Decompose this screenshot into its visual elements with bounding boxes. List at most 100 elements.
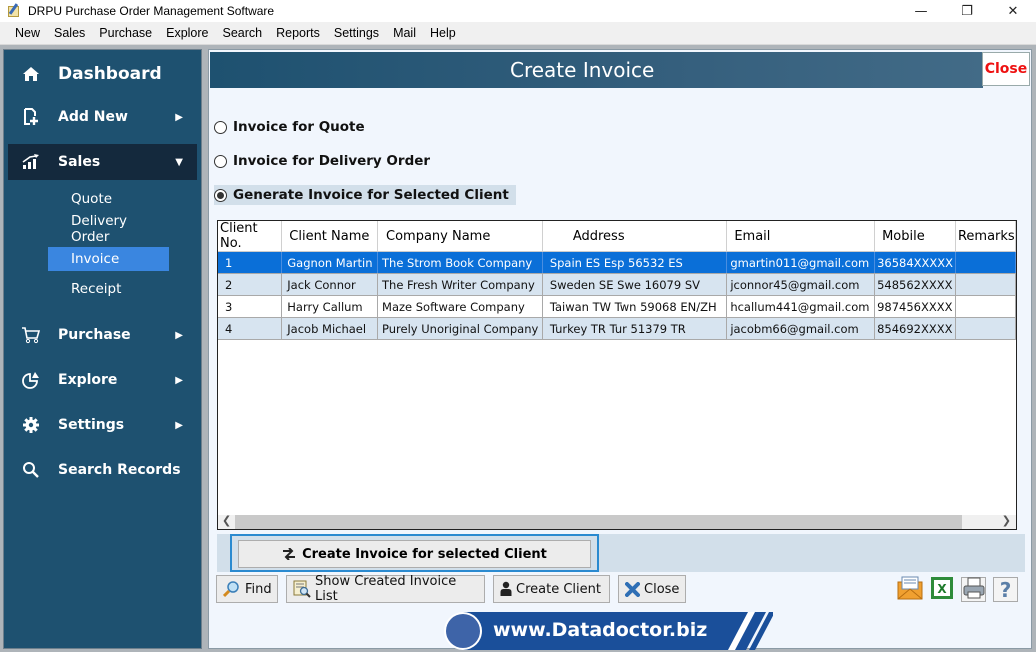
sidebar-label: Add New <box>58 109 128 125</box>
chevron-right-icon: ▶ <box>175 419 183 431</box>
user-icon <box>500 581 512 597</box>
document-search-icon <box>293 580 311 598</box>
column-header-address[interactable]: Address <box>542 221 728 252</box>
find-button[interactable]: Find <box>216 575 278 603</box>
column-header-client-no[interactable]: Client No. <box>218 221 283 252</box>
menu-mail[interactable]: Mail <box>386 26 423 40</box>
menu-reports[interactable]: Reports <box>269 26 327 40</box>
menu-search[interactable]: Search <box>216 26 270 40</box>
button-label: Show Created Invoice List <box>315 574 457 604</box>
window-close-button[interactable]: ✕ <box>990 0 1036 22</box>
scroll-right-icon[interactable]: ❯ <box>1002 514 1011 527</box>
x-close-icon <box>625 581 640 597</box>
sidebar-label: Search Records <box>58 462 181 478</box>
cell-client-no: 2 <box>218 273 283 296</box>
sidebar-subitem-receipt[interactable]: Receipt <box>48 277 169 301</box>
cart-icon <box>21 326 41 344</box>
table-row[interactable]: 1 Gagnon Martin The Strom Book Company S… <box>218 251 1016 274</box>
print-button[interactable] <box>961 577 986 602</box>
sidebar-subitem-invoice[interactable]: Invoice <box>48 247 169 271</box>
menu-purchase[interactable]: Purchase <box>92 26 159 40</box>
swap-arrows-icon <box>282 548 296 560</box>
menu-new[interactable]: New <box>8 26 47 40</box>
chevron-right-icon: ▶ <box>175 329 183 341</box>
chevron-right-icon: ▶ <box>175 111 183 123</box>
email-button[interactable] <box>897 576 923 604</box>
sidebar-subitem-delivery-order[interactable]: Delivery Order <box>48 213 169 245</box>
column-header-client-name[interactable]: Client Name <box>281 221 379 252</box>
cell-email: hcallum441@gmail.com <box>726 295 876 318</box>
menu-help[interactable]: Help <box>423 26 463 40</box>
cell-client-no: 1 <box>218 251 283 274</box>
chart-growth-icon <box>21 154 41 170</box>
table-row[interactable]: 4 Jacob Michael Purely Unoriginal Compan… <box>218 317 1016 340</box>
horizontal-scrollbar[interactable]: ❮ ❯ <box>218 514 1016 529</box>
scroll-left-icon[interactable]: ❮ <box>222 514 231 527</box>
panel-header: Create Invoice <box>210 52 983 88</box>
menu-settings[interactable]: Settings <box>327 26 386 40</box>
envelope-icon <box>897 576 923 604</box>
table-row[interactable]: 2 Jack Connor The Fresh Writer Company S… <box>218 273 1016 296</box>
column-header-remarks[interactable]: Remarks <box>955 221 1016 252</box>
radio-invoice-for-quote[interactable]: Invoice for Quote <box>214 117 372 137</box>
svg-text:X: X <box>937 582 947 596</box>
button-label: Create Client <box>516 581 601 597</box>
magnifier-icon <box>223 580 241 598</box>
datadoctor-banner[interactable]: www.Datadoctor.biz <box>443 611 775 651</box>
menu-sales[interactable]: Sales <box>47 26 92 40</box>
cell-email: jconnor45@gmail.com <box>726 273 876 296</box>
sidebar-item-explore[interactable]: Explore ▶ <box>8 362 197 398</box>
close-button[interactable]: Close <box>618 575 686 603</box>
sub-label: Receipt <box>71 281 122 297</box>
pie-chart-icon <box>21 371 41 389</box>
search-icon <box>21 461 41 479</box>
sidebar-item-dashboard[interactable]: Dashboard <box>8 56 197 92</box>
cell-mobile: 854692XXXX <box>874 317 956 340</box>
create-client-button[interactable]: Create Client <box>493 575 610 603</box>
home-icon <box>21 66 41 82</box>
maximize-button[interactable]: ❐ <box>944 0 990 22</box>
radio-generate-invoice-selected-client[interactable]: Generate Invoice for Selected Client <box>214 185 516 205</box>
banner-text: www.Datadoctor.biz <box>493 619 708 641</box>
scrollbar-thumb[interactable] <box>235 515 962 529</box>
menu-bar: New Sales Purchase Explore Search Report… <box>0 22 1036 45</box>
cell-address: Sweden SE Swe 16079 SV <box>542 273 728 296</box>
printer-icon <box>963 577 985 603</box>
clients-grid: Client No. Client Name Company Name Addr… <box>217 220 1017 530</box>
cell-remarks <box>955 251 1016 274</box>
action-band: Create Invoice for selected Client <box>217 534 1025 572</box>
sidebar-item-add-new[interactable]: Add New ▶ <box>8 99 197 135</box>
sidebar-item-purchase[interactable]: Purchase ▶ <box>8 317 197 353</box>
sidebar-subitem-quote[interactable]: Quote <box>48 187 169 211</box>
cell-mobile: 548562XXXX <box>874 273 956 296</box>
header-close-button[interactable]: Close <box>982 52 1030 86</box>
sidebar-item-search-records[interactable]: Search Records <box>8 452 197 488</box>
create-invoice-focus-ring: Create Invoice for selected Client <box>230 534 599 572</box>
sidebar-item-settings[interactable]: Settings ▶ <box>8 407 197 443</box>
column-header-company-name[interactable]: Company Name <box>377 221 543 252</box>
cell-remarks <box>955 295 1016 318</box>
export-excel-button[interactable]: X <box>929 576 954 602</box>
table-row[interactable]: 3 Harry Callum Maze Software Company Tai… <box>218 295 1016 318</box>
cell-email: gmartin011@gmail.com <box>726 251 876 274</box>
menu-explore[interactable]: Explore <box>159 26 215 40</box>
column-header-email[interactable]: Email <box>726 221 876 252</box>
help-button[interactable]: ? <box>993 577 1018 602</box>
sidebar-label: Sales <box>58 154 101 170</box>
column-header-mobile[interactable]: Mobile <box>874 221 956 252</box>
create-invoice-panel: Create Invoice Close Invoice for Quote I… <box>208 49 1032 651</box>
sub-label: Invoice <box>71 251 120 267</box>
sidebar-label: Purchase <box>58 327 131 343</box>
minimize-button[interactable]: — <box>898 0 944 22</box>
sidebar-item-sales[interactable]: Sales ▼ <box>8 144 197 180</box>
cell-mobile: 36584XXXXX <box>874 251 956 274</box>
cell-address: Spain ES Esp 56532 ES <box>542 251 728 274</box>
show-created-invoice-list-button[interactable]: Show Created Invoice List <box>286 574 485 604</box>
radio-invoice-for-delivery-order[interactable]: Invoice for Delivery Order <box>214 151 437 171</box>
cell-remarks <box>955 317 1016 340</box>
window-title: DRPU Purchase Order Management Software <box>28 4 275 18</box>
button-label: Find <box>245 581 272 597</box>
create-invoice-button[interactable]: Create Invoice for selected Client <box>238 540 591 568</box>
page-title: Create Invoice <box>510 58 655 82</box>
sidebar-label: Dashboard <box>58 64 162 84</box>
